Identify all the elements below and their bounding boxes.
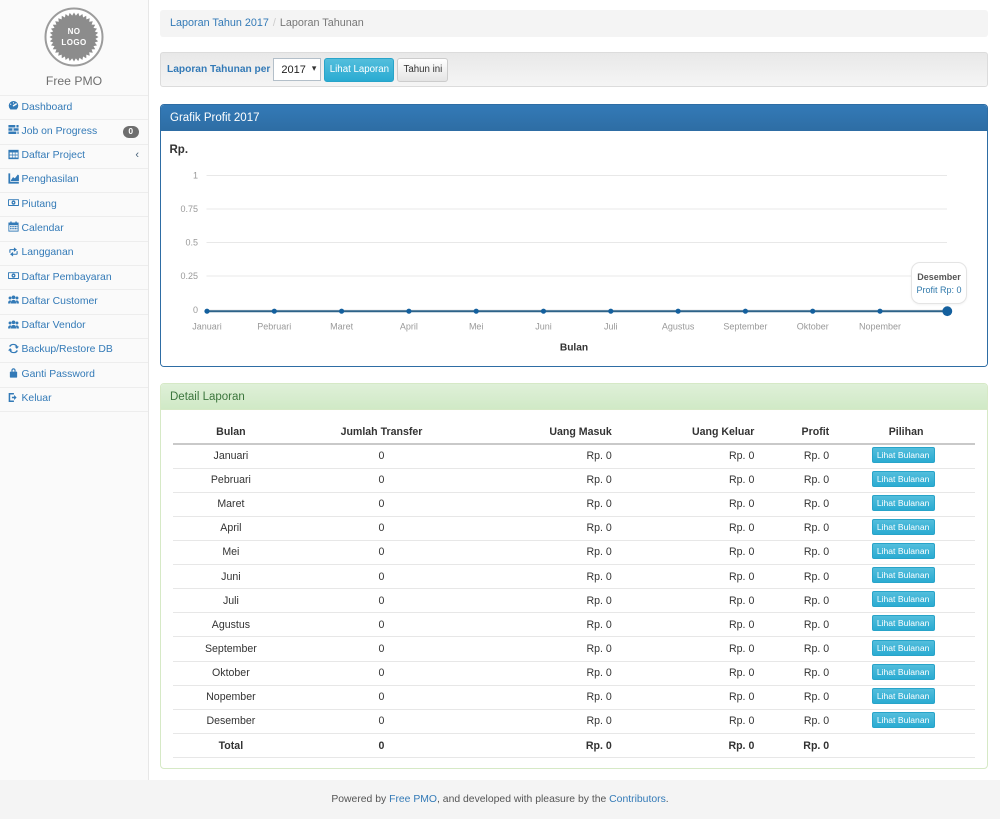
svg-text:Pebruari: Pebruari xyxy=(257,322,291,332)
svg-text:Nopember: Nopember xyxy=(859,322,901,332)
svg-text:Bulan: Bulan xyxy=(560,343,588,354)
svg-text:Mei: Mei xyxy=(469,322,484,332)
svg-text:NO: NO xyxy=(68,27,81,36)
svg-text:0.5: 0.5 xyxy=(185,238,198,248)
svg-text:Maret: Maret xyxy=(330,322,354,332)
svg-text:Oktober: Oktober xyxy=(797,322,829,332)
svg-text:Juli: Juli xyxy=(604,322,618,332)
svg-text:Januari: Januari xyxy=(192,322,222,332)
svg-text:0.25: 0.25 xyxy=(180,271,198,281)
svg-text:0: 0 xyxy=(193,305,198,315)
svg-text:Agustus: Agustus xyxy=(662,322,695,332)
svg-text:Juni: Juni xyxy=(535,322,552,332)
svg-text:LOGO: LOGO xyxy=(61,38,86,47)
svg-text:September: September xyxy=(723,322,767,332)
svg-text:April: April xyxy=(400,322,418,332)
svg-text:0.75: 0.75 xyxy=(180,204,198,214)
svg-text:1: 1 xyxy=(193,171,198,181)
